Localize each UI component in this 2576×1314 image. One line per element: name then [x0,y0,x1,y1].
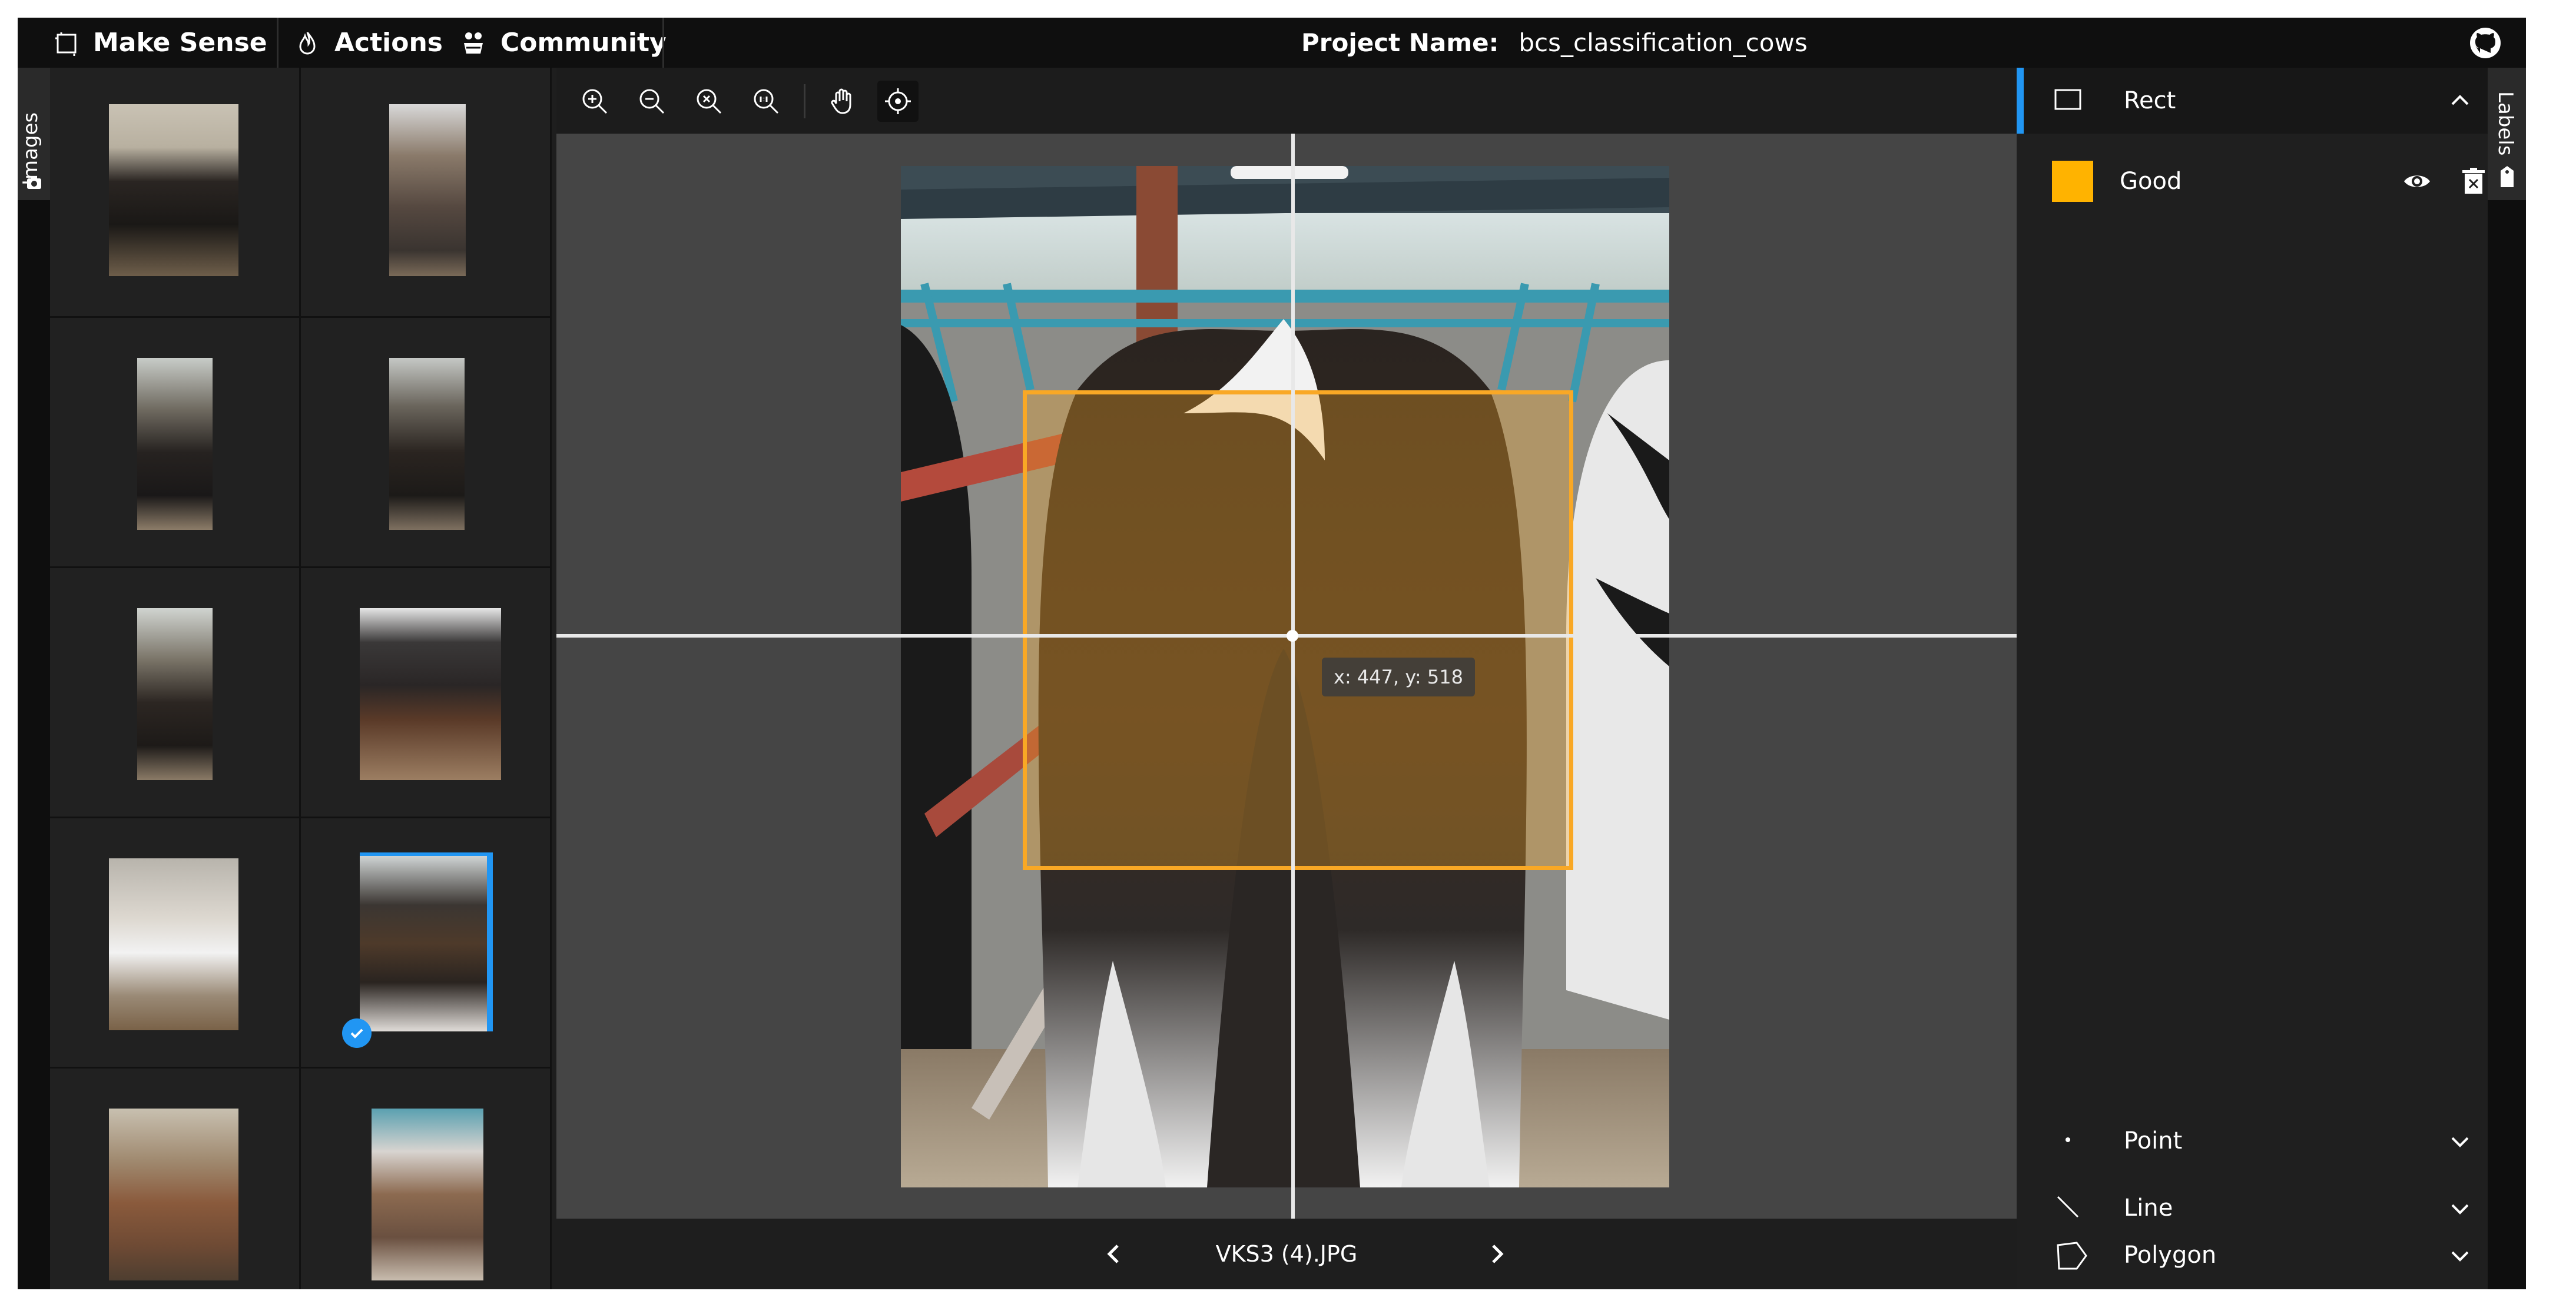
zoom-fit-button[interactable] [688,81,730,122]
zoom-in-button[interactable] [574,81,615,122]
crosshair-button[interactable] [877,81,919,122]
eye-icon[interactable] [2402,167,2432,196]
brand-logo[interactable]: Make Sense [53,18,267,68]
line-icon [2057,1196,2079,1218]
github-icon [2470,28,2501,58]
thumbnail-cell[interactable] [50,818,301,1069]
images-tab-button[interactable]: Images [18,68,50,200]
polygon-tool-label: Polygon [2124,1242,2217,1269]
thumbnail-cell[interactable] [301,818,552,1069]
community-menu[interactable]: Community [460,18,667,68]
flame-icon [299,31,316,54]
point-tool-label: Point [2124,1127,2183,1154]
thumbnail-cell[interactable] [50,1069,301,1289]
chevron-up-icon[interactable] [2446,87,2474,114]
project-name-display: Project Name: bcs_classification_cows [1301,18,1808,68]
labels-tab-button[interactable]: Labels [2488,68,2526,200]
label-color-swatch[interactable] [2052,161,2093,202]
polygon-icon [2057,1242,2087,1270]
frame-icon [55,32,77,56]
community-icon [464,32,483,54]
zoom-out-button[interactable] [631,81,672,122]
active-tool-indicator [2017,68,2024,134]
next-image-button[interactable] [1478,1235,1516,1273]
delete-label-icon[interactable] [2461,167,2486,196]
labels-tab-label: Labels [2494,91,2517,156]
github-link[interactable] [2468,26,2502,62]
project-name-label: Project Name: [1301,28,1499,57]
thumbnail-cell[interactable] [50,568,301,818]
thumbnail-cell[interactable] [50,68,301,318]
image-thumbnail[interactable] [109,858,238,1030]
images-side-tab: Images [18,68,50,1289]
label-item-good[interactable]: Good [2017,150,2488,209]
zoom-fit-icon [697,89,722,114]
topbar-divider [662,18,664,68]
polygon-tool-header[interactable]: Polygon [2017,1223,2488,1288]
point-icon [2066,1137,2070,1142]
editor-toolbar [556,68,2017,134]
crosshair-icon [885,88,911,114]
image-thumbnail[interactable] [360,608,501,780]
annotated-check-icon [342,1018,372,1048]
thumbnail-cell[interactable] [301,318,552,568]
project-name-value[interactable]: bcs_classification_cows [1519,28,1807,57]
rect-tool-label: Rect [2124,87,2176,114]
annotation-canvas[interactable]: x: 447, y: 518 [556,134,2017,1219]
actions-menu[interactable]: Actions [294,18,443,68]
thumbnail-cell[interactable] [301,568,552,818]
tag-icon [2501,166,2514,187]
point-tool-header[interactable]: Point [2017,1109,2488,1173]
labels-side-tab: Labels [2488,68,2526,1289]
app-window: Make Sense Actions Community Project Nam… [18,18,2526,1289]
camera-icon [27,176,41,189]
chevron-down-icon[interactable] [2446,1242,2474,1269]
toolbar-divider [804,84,805,118]
actions-label: Actions [334,28,443,58]
rectangle-icon [2054,89,2081,110]
cursor-dot [1287,630,1298,642]
image-thumbnail[interactable] [109,104,238,276]
rect-tool-header[interactable]: Rect [2017,68,2488,134]
pan-button[interactable] [821,81,863,122]
thumbnail-cell[interactable] [50,318,301,568]
image-thumbnail-list[interactable] [50,68,556,1289]
zoom-actual-size-button[interactable] [745,81,787,122]
brand-name: Make Sense [93,28,267,58]
zoom-in-icon [582,89,608,114]
thumbnail-cell[interactable] [301,68,552,318]
image-navigation-bar: VKS3 (4).JPG [556,1219,2017,1289]
community-label: Community [500,28,667,58]
top-bar: Make Sense Actions Community Project Nam… [18,18,2526,68]
labels-panel: Rect Good Point Line Polygon [2017,68,2488,1289]
thumbnail-cell[interactable] [301,1069,552,1289]
current-file-name: VKS3 (4).JPG [1215,1241,1358,1267]
zoom-out-icon [639,89,665,114]
crosshair-vertical-line [1291,134,1295,1219]
chevron-down-icon[interactable] [2446,1128,2474,1155]
image-thumbnail[interactable] [372,1109,483,1280]
image-thumbnail[interactable] [389,358,465,530]
selected-image-thumbnail[interactable] [360,852,493,1031]
label-name: Good [2120,167,2182,195]
image-thumbnail[interactable] [137,608,213,780]
zoom-actual-icon [754,89,779,114]
chevron-right-icon [1492,1245,1504,1263]
image-thumbnail[interactable] [109,1109,238,1280]
hand-icon [831,88,851,114]
chevron-down-icon[interactable] [2446,1195,2474,1222]
cursor-coordinates-tooltip: x: 447, y: 518 [1322,658,1475,696]
topbar-divider [277,18,279,68]
image-thumbnail[interactable] [137,358,213,530]
image-thumbnail[interactable] [389,104,466,276]
